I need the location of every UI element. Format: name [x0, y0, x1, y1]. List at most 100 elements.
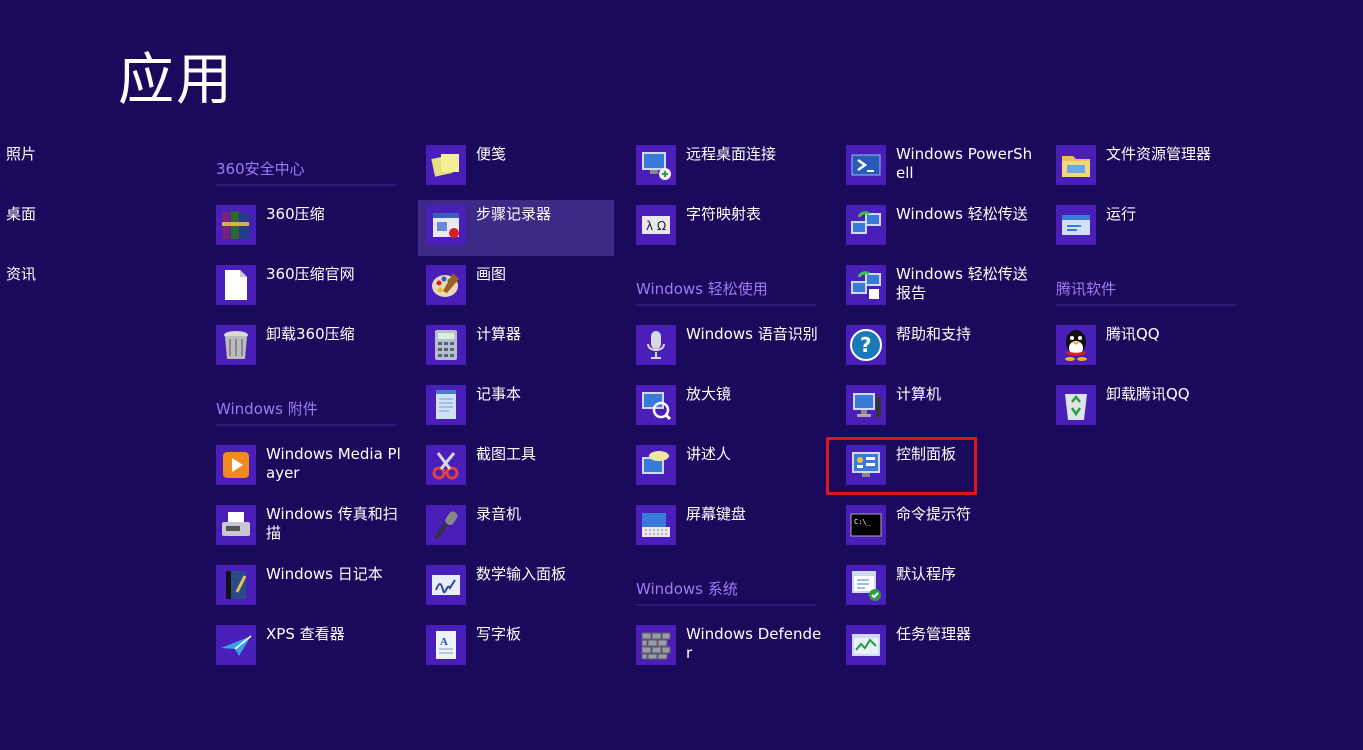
app-tile[interactable]: 卸载360压缩 — [216, 320, 412, 376]
file-explorer-icon — [1056, 145, 1096, 185]
app-label: 文件资源管理器 — [1106, 145, 1212, 163]
app-tile[interactable]: 任务管理器 — [846, 620, 1042, 676]
app-tile[interactable]: λ Ω 字符映射表 — [636, 200, 832, 256]
grid-cell: Windows 轻松传送 — [846, 200, 1036, 260]
app-tile[interactable]: Windows Defender — [636, 620, 832, 676]
app-tile[interactable]: 便笺 — [426, 140, 622, 196]
grid-cell: Windows 语音识别 — [636, 320, 826, 380]
app-label: 写字板 — [476, 625, 522, 643]
app-label: Windows 语音识别 — [686, 325, 818, 343]
group-divider — [1056, 304, 1236, 306]
app-tile[interactable]: 放大镜 — [636, 380, 832, 436]
app-tile[interactable]: 运行 — [1056, 200, 1252, 256]
app-tile[interactable]: 卸载腾讯QQ — [1056, 380, 1252, 436]
app-tile[interactable]: 远程桌面连接 — [636, 140, 832, 196]
app-tile[interactable]: Windows 语音识别 — [636, 320, 832, 376]
magnifier-icon — [636, 385, 676, 425]
app-tile[interactable]: 数学输入面板 — [426, 560, 622, 616]
grid-cell: Windows Media Player — [216, 440, 406, 500]
grid-cell: 默认程序 — [846, 560, 1036, 620]
app-label: 计算器 — [476, 325, 522, 343]
grid-cell: 录音机 — [426, 500, 616, 560]
page-title: 应用 — [118, 48, 234, 113]
app-tile[interactable]: Windows PowerShell — [846, 140, 1042, 196]
app-tile[interactable]: C:\_ 命令提示符 — [846, 500, 1042, 556]
command-prompt-icon: C:\_ — [846, 505, 886, 545]
group-header[interactable]: Windows 附件 — [216, 380, 396, 440]
grid-cell: 任务管理器 — [846, 620, 1036, 680]
app-tile[interactable]: 画图 — [426, 260, 622, 316]
app-label: 讲述人 — [686, 445, 732, 463]
task-manager-icon — [846, 625, 886, 665]
nav-item-desktop[interactable]: 桌面 — [6, 204, 36, 224]
app-label: 命令提示符 — [896, 505, 972, 523]
app-tile[interactable]: Windows Media Player — [216, 440, 412, 496]
svg-text:λ: λ — [646, 219, 653, 233]
app-tile[interactable]: 腾讯QQ — [1056, 320, 1252, 376]
app-label: 卸载腾讯QQ — [1106, 385, 1190, 403]
app-label: 放大镜 — [686, 385, 732, 403]
grid-cell: 远程桌面连接 — [636, 140, 826, 200]
grid-cell: XPS 查看器 — [216, 620, 406, 680]
app-tile[interactable]: 计算器 — [426, 320, 622, 376]
app-tile[interactable]: 步骤记录器 — [418, 200, 614, 256]
computer-icon — [846, 385, 886, 425]
nav-item-photos[interactable]: 照片 — [6, 144, 36, 164]
xps-viewer-icon — [216, 625, 256, 665]
app-tile[interactable]: 文件资源管理器 — [1056, 140, 1252, 196]
group-header[interactable]: 360安全中心 — [216, 140, 396, 200]
app-tile[interactable]: Windows 日记本 — [216, 560, 412, 616]
app-label: Windows 传真和扫描 — [266, 505, 398, 542]
grid-cell: 便笺 — [426, 140, 616, 200]
grid-cell: 记事本 — [426, 380, 616, 440]
defender-wall-icon — [636, 625, 676, 665]
app-label: XPS 查看器 — [266, 625, 345, 643]
app-tile[interactable]: 360压缩官网 — [216, 260, 412, 316]
grid-cell: ? 帮助和支持 — [846, 320, 1036, 380]
app-tile[interactable]: Windows 轻松传送报告 — [846, 260, 1042, 316]
app-label: Windows Media Player — [266, 445, 401, 482]
default-programs-icon — [846, 565, 886, 605]
grid-cell: A 写字板 — [426, 620, 616, 680]
app-tile[interactable]: 记事本 — [426, 380, 622, 436]
group-header[interactable]: 腾讯软件 — [1056, 260, 1236, 320]
grid-cell: Windows 系统 — [636, 560, 826, 620]
grid-cell: C:\_ 命令提示符 — [846, 500, 1036, 560]
nav-item-news[interactable]: 资讯 — [6, 264, 36, 284]
app-tile[interactable]: 360压缩 — [216, 200, 412, 256]
grid-cell: 腾讯QQ — [1056, 320, 1246, 380]
app-tile[interactable]: A 写字板 — [426, 620, 622, 676]
help-question-icon: ? — [846, 325, 886, 365]
app-tile[interactable]: Windows 轻松传送 — [846, 200, 1042, 256]
group-header[interactable]: Windows 系统 — [636, 560, 816, 620]
qq-penguin-icon — [1056, 325, 1096, 365]
app-tile[interactable]: XPS 查看器 — [216, 620, 412, 676]
app-tile[interactable]: 计算机 — [846, 380, 1042, 436]
app-tile[interactable]: 讲述人 — [636, 440, 832, 496]
app-tile[interactable]: 默认程序 — [846, 560, 1042, 616]
grid-cell: Windows 附件 — [216, 380, 406, 440]
grid-cell: Windows Defender — [636, 620, 826, 680]
app-tile[interactable]: ? 帮助和支持 — [846, 320, 1042, 376]
grid-cell: Windows PowerShell — [846, 140, 1036, 200]
blank-document-icon — [216, 265, 256, 305]
app-tile[interactable]: Windows 传真和扫描 — [216, 500, 412, 556]
app-tile[interactable]: 屏幕键盘 — [636, 500, 832, 556]
app-label: 便笺 — [476, 145, 507, 163]
app-label: 帮助和支持 — [896, 325, 972, 343]
character-map-icon: λΩ — [636, 205, 676, 245]
group-header[interactable]: Windows 轻松使用 — [636, 260, 816, 320]
app-tile[interactable]: 截图工具 — [426, 440, 622, 496]
app-tile[interactable]: 录音机 — [426, 500, 622, 556]
app-label: 字符映射表 — [686, 205, 762, 223]
speech-mic-icon — [636, 325, 676, 365]
grid-cell: 计算机 — [846, 380, 1036, 440]
app-label: 腾讯QQ — [1106, 325, 1160, 343]
grid-cell: 画图 — [426, 260, 616, 320]
app-label: 默认程序 — [896, 565, 957, 583]
easy-transfer-report-icon — [846, 265, 886, 305]
grid-cell: Windows 日记本 — [216, 560, 406, 620]
grid-cell: 文件资源管理器 — [1056, 140, 1246, 200]
app-label: 计算机 — [896, 385, 942, 403]
highlight-box — [826, 437, 977, 495]
